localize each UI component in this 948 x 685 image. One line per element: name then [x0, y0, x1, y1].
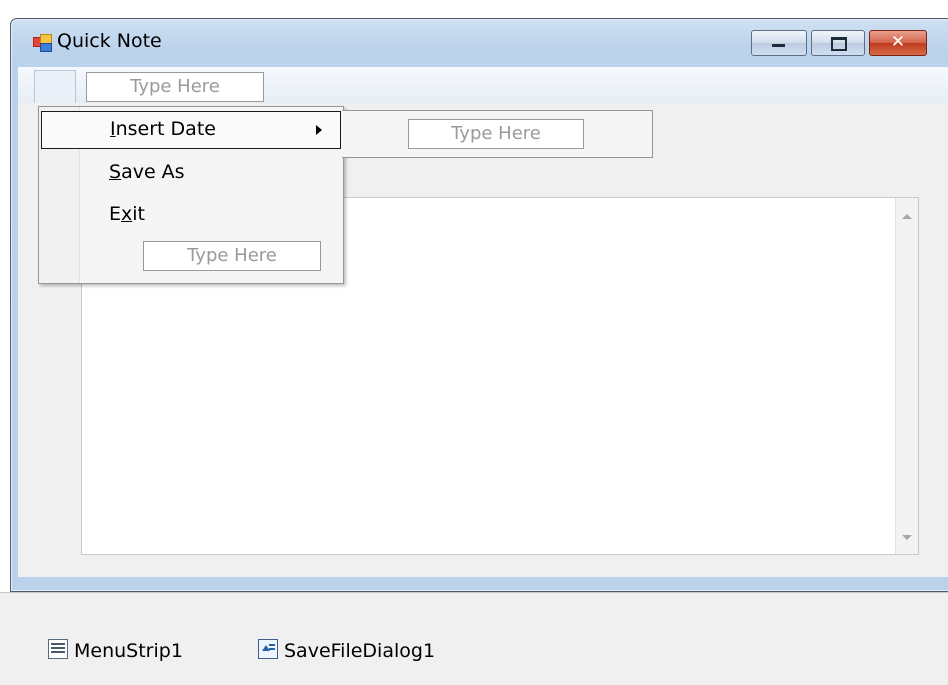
file-dropdown-menu: Insert Date Save As Exit Type Here [38, 106, 344, 284]
vertical-scrollbar[interactable] [895, 198, 918, 554]
designer-surface: Quick Note ✕ Type Here Insert Date Save … [0, 0, 948, 592]
tray-item-menustrip[interactable]: MenuStrip1 [48, 639, 183, 662]
form-window[interactable]: Quick Note ✕ Type Here [10, 18, 948, 592]
app-icon [33, 34, 52, 52]
close-button[interactable]: ✕ [869, 30, 927, 56]
close-icon: ✕ [890, 32, 906, 52]
tray-item-savefiledialog[interactable]: SaveFileDialog1 [258, 639, 435, 662]
minimize-icon [772, 44, 785, 47]
maximize-button[interactable] [811, 30, 865, 56]
scroll-down-arrow-icon[interactable] [902, 535, 912, 540]
menu-item-save-as[interactable]: Save As [41, 155, 339, 191]
tray-item-label: SaveFileDialog1 [284, 640, 436, 662]
dropdown-type-here-box[interactable]: Type Here [143, 241, 321, 271]
menu-item-label: Insert Date [110, 118, 216, 140]
submenu-arrow-icon [316, 125, 322, 135]
menu-type-here-box[interactable]: Type Here [86, 72, 264, 102]
tray-item-label: MenuStrip1 [74, 640, 183, 662]
maximize-icon [831, 37, 847, 51]
menu-item-insert-date[interactable]: Insert Date [41, 111, 341, 149]
scroll-up-arrow-icon[interactable] [902, 214, 912, 219]
submenu-type-here-box[interactable]: Type Here [408, 119, 584, 149]
window-title: Quick Note [57, 30, 162, 52]
menu-item-label: Exit [109, 203, 145, 225]
submenu-panel: Type Here [342, 110, 653, 158]
menu-item-label: Save As [109, 161, 185, 183]
savefiledialog-icon [258, 639, 278, 659]
menu-item-file[interactable] [34, 70, 76, 103]
menu-item-exit[interactable]: Exit [41, 197, 339, 233]
title-bar[interactable]: Quick Note ✕ [11, 19, 948, 67]
menustrip-icon [48, 639, 68, 659]
component-tray: MenuStrip1 SaveFileDialog1 [0, 592, 948, 685]
menu-strip[interactable]: Type Here [18, 67, 948, 103]
minimize-button[interactable] [751, 30, 807, 56]
